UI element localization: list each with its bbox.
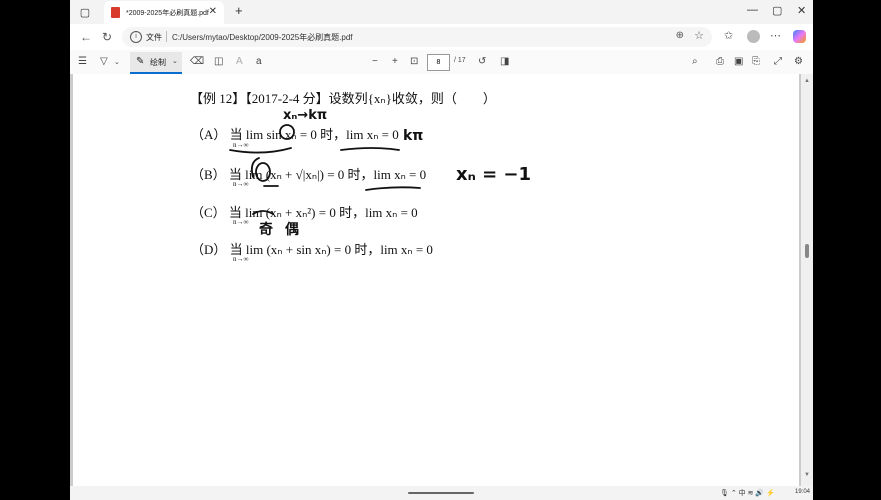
ink-underline <box>229 147 292 154</box>
address-label: 文件 <box>146 33 162 42</box>
save-icon[interactable]: ▣ <box>734 56 743 67</box>
ink-underline <box>365 186 421 191</box>
vertical-scrollbar[interactable]: ▲ ▼ <box>801 74 813 486</box>
tab-title: *2009-2025年必刷真题.pdf <box>126 9 209 17</box>
pdf-toolbar: ☰ ▽ ⌄ ✎ 绘制 ⌄ ⌫ ◫ A a − + ⊡ 8 / 17 ↺ ◨ ⌕ … <box>70 50 813 75</box>
ink-note-kpi: kπ <box>403 128 423 144</box>
favorite-star-icon[interactable]: ☆ <box>694 29 704 42</box>
draw-label: 绘制 <box>150 58 166 67</box>
maximize-icon[interactable]: ▢ <box>772 4 782 17</box>
page-number-input[interactable]: 8 <box>427 54 450 71</box>
fit-page-icon[interactable]: ⊡ <box>410 56 418 67</box>
profile-avatar[interactable] <box>747 30 760 43</box>
more-icon[interactable]: ⋯ <box>770 29 781 42</box>
ink-note-xn-neg1: xₙ = −1 <box>456 164 531 185</box>
minimize-icon[interactable]: — <box>747 4 758 16</box>
print-icon[interactable]: ⎙ <box>716 56 724 67</box>
close-window-icon[interactable]: ✕ <box>797 4 806 17</box>
ink-underline <box>252 210 274 215</box>
address-bar-row: ← ↻ i 文件 C:/Users/mytao/Desktop/2009-202… <box>70 24 813 50</box>
zoom-in-icon[interactable]: + <box>392 56 398 67</box>
chevron-down-icon[interactable]: ⌄ <box>172 57 178 65</box>
system-tray-icons[interactable]: 🎙 ⌃ 中 ≋ 🔊 ⚡ <box>720 488 775 498</box>
handwriting-layer: xₙ→kπ kπ xₙ = −1 奇 偶 <box>229 108 531 238</box>
two-page-icon[interactable]: ◨ <box>500 56 509 67</box>
back-icon[interactable]: ← <box>80 30 92 44</box>
ink-underline <box>340 147 400 151</box>
highlight-dropdown-icon[interactable]: ⌄ <box>114 58 120 66</box>
read-aloud-icon[interactable]: a <box>256 56 262 67</box>
favorites-icon[interactable]: ✩ <box>724 29 733 42</box>
contents-icon[interactable]: ☰ <box>78 56 87 67</box>
ink-note-odd: 奇 <box>259 221 273 238</box>
zoom-out-icon[interactable]: − <box>372 56 378 67</box>
tab-bar: ▢ *2009-2025年必刷真题.pdf ✕ + — ▢ ✕ <box>70 0 813 24</box>
tab-pdf[interactable]: *2009-2025年必刷真题.pdf ✕ <box>104 1 224 24</box>
draw-button[interactable]: ✎ 绘制 ⌄ <box>130 52 182 74</box>
highlight-icon[interactable]: ▽ <box>100 56 108 67</box>
copilot-icon[interactable] <box>793 30 806 43</box>
address-bar[interactable]: i 文件 C:/Users/mytao/Desktop/2009-2025年必刷… <box>122 27 712 47</box>
scroll-down-icon[interactable]: ▼ <box>804 472 810 478</box>
eraser-icon[interactable]: ⌫ <box>190 56 204 67</box>
save-as-icon[interactable]: ⎘ <box>752 56 760 67</box>
pdf-icon <box>111 7 120 18</box>
new-tab-icon[interactable]: + <box>235 3 243 18</box>
taskbar-indicator <box>408 492 474 494</box>
rotate-icon[interactable]: ↺ <box>478 56 486 67</box>
page-total: / 17 <box>454 57 466 64</box>
info-icon[interactable]: i <box>130 31 142 43</box>
address-path[interactable]: C:/Users/mytao/Desktop/2009-2025年必刷真题.pd… <box>172 32 353 43</box>
taskbar: 🎙 ⌃ 中 ≋ 🔊 ⚡ 19:04 <box>70 486 813 500</box>
close-tab-icon[interactable]: ✕ <box>209 6 217 17</box>
text-icon[interactable]: A <box>236 56 243 67</box>
ink-circle <box>279 124 295 140</box>
workspace-icon[interactable]: ▢ <box>78 5 92 19</box>
scroll-thumb[interactable] <box>805 244 809 258</box>
taskbar-clock: 19:04 <box>795 489 811 495</box>
ink-circle <box>255 162 271 182</box>
ink-note-xn-kpi: xₙ→kπ <box>283 108 327 123</box>
search-icon[interactable]: ⌕ <box>692 56 698 67</box>
pen-icon: ✎ <box>136 56 145 67</box>
ink-note-even: 偶 <box>285 221 299 238</box>
pdf-viewport[interactable]: 【例 12】【2017-2-4 分】设数列{xₙ}收敛，则（ ） （A） 当 l… <box>70 74 813 486</box>
pdf-page: 【例 12】【2017-2-4 分】设数列{xₙ}收敛，则（ ） （A） 当 l… <box>73 74 799 486</box>
refresh-icon[interactable]: ↻ <box>102 30 112 44</box>
page-view-icon[interactable]: ◫ <box>214 56 223 67</box>
divider <box>166 31 167 42</box>
zoom-icon[interactable]: ⊕ <box>676 30 684 41</box>
scroll-up-icon[interactable]: ▲ <box>804 78 810 84</box>
fullscreen-icon[interactable]: ⤢ <box>774 56 782 67</box>
settings-gear-icon[interactable]: ⚙ <box>794 56 803 67</box>
browser-window: ▢ *2009-2025年必刷真题.pdf ✕ + — ▢ ✕ ← ↻ i 文件… <box>70 0 813 500</box>
